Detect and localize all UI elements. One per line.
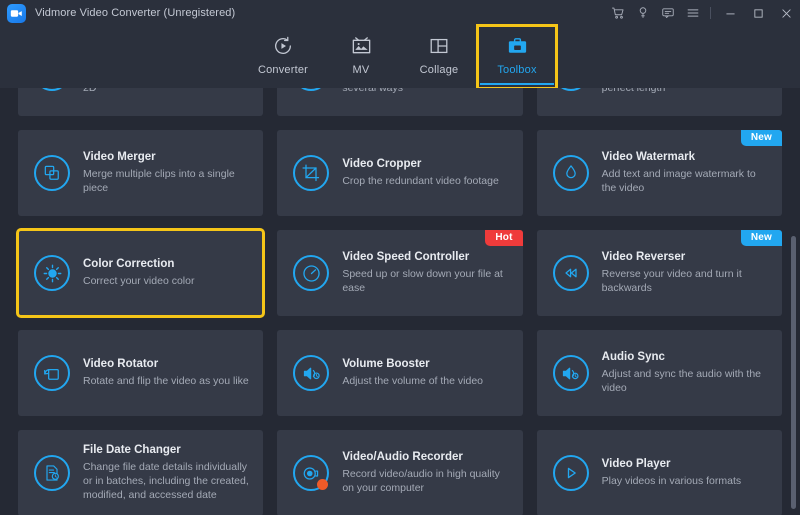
tab-converter-label: Converter [257, 64, 309, 76]
file-date-icon [34, 455, 70, 491]
toolbox-content: 3D 3D Maker Create customized 3D video f… [0, 88, 800, 515]
card-title: File Date Changer [83, 443, 181, 456]
card-description: Crop the redundant video footage [342, 174, 499, 187]
tool-card-video-enhancer[interactable]: Video Enhancer Improve your video qualit… [277, 88, 523, 116]
card-description: Play videos in various formats [601, 474, 742, 487]
card-description: Rotate and flip the video as you like [83, 374, 249, 387]
card-title: Video Player [601, 457, 671, 470]
tab-toolbox[interactable]: Toolbox [476, 24, 558, 90]
close-button[interactable] [772, 0, 800, 26]
minimize-button[interactable] [716, 0, 744, 26]
maximize-button[interactable] [744, 0, 772, 26]
tool-card-video-watermark[interactable]: New Video Watermark Add text and image w… [536, 130, 782, 216]
enhancer-icon [293, 88, 330, 91]
speedometer-icon [293, 255, 330, 291]
title-bar: Vidmore Video Converter (Unregistered) [0, 0, 800, 26]
crop-icon [293, 155, 330, 191]
volume-up-icon [293, 355, 330, 391]
tab-collage[interactable]: Collage [400, 26, 478, 88]
tool-card-color-correction[interactable]: Color Correction Correct your video colo… [15, 228, 266, 318]
tool-card-video-player[interactable]: Video Player Play videos in various form… [536, 430, 782, 515]
tool-card-video-merger[interactable]: Video Merger Merge multiple clips into a… [18, 130, 264, 216]
card-title: Video Merger [83, 150, 156, 163]
tool-card-video-reverser[interactable]: New Video Reverser Reverse your video an… [536, 230, 782, 316]
content-scrollbar[interactable] [790, 88, 797, 515]
tab-active-indicator [480, 83, 554, 85]
card-description: Change file date details individually or… [83, 460, 249, 502]
card-title: Volume Booster [342, 357, 430, 370]
tool-card-file-date-changer[interactable]: File Date Changer Change file date detai… [18, 430, 264, 515]
play-icon [552, 455, 589, 491]
card-title: Video Rotator [83, 357, 159, 370]
status-badge: New [740, 130, 782, 146]
rewind-icon [552, 255, 589, 291]
tool-card-volume-booster[interactable]: Volume Booster Adjust the volume of the … [277, 330, 523, 416]
toolbox-card-grid: 3D 3D Maker Create customized 3D video f… [0, 88, 800, 515]
app-window-title: Vidmore Video Converter (Unregistered) [35, 7, 236, 19]
watermark-icon [552, 155, 589, 191]
recorder-badge-dot [317, 479, 329, 490]
tab-collage-label: Collage [419, 64, 459, 76]
status-badge: New [740, 230, 782, 246]
card-description: Add text and image watermark to the vide… [601, 167, 756, 194]
scissors-icon [552, 88, 589, 91]
tool-card-3d-maker[interactable]: 3D 3D Maker Create customized 3D video f… [18, 88, 264, 116]
card-description: Correct your video color [83, 274, 195, 287]
card-title: Audio Sync [601, 350, 665, 363]
card-description: Adjust the volume of the video [342, 374, 483, 387]
card-title: Video Reverser [601, 250, 686, 263]
brightness-icon [34, 255, 70, 291]
menu-icon[interactable] [680, 0, 705, 26]
cart-icon[interactable] [605, 0, 630, 26]
card-description: Adjust and sync the audio with the video [601, 367, 762, 394]
app-logo-icon [7, 3, 26, 23]
tab-converter[interactable]: Converter [244, 26, 322, 88]
window-tools [605, 0, 800, 26]
card-description: Record video/audio in high quality on yo… [342, 467, 500, 494]
scrollbar-thumb[interactable] [791, 236, 796, 509]
tab-mv-label: MV [352, 64, 370, 76]
card-description: Trim or cut your videos to the perfect l… [601, 88, 666, 94]
toolbar-divider [710, 7, 711, 19]
tool-card-video-audio-recorder[interactable]: Video/Audio Recorder Record video/audio … [277, 430, 523, 515]
card-description: Merge multiple clips into a single piece [83, 167, 235, 194]
rotate-icon [34, 355, 70, 391]
merge-icon [34, 155, 70, 191]
card-description: Create customized 3D video from 2D [83, 88, 97, 94]
mv-icon [350, 33, 373, 59]
tool-card-audio-sync[interactable]: Audio Sync Adjust and sync the audio wit… [536, 330, 782, 416]
card-description: Reverse your video and turn it backwards [601, 267, 742, 294]
card-title: Video/Audio Recorder [342, 450, 463, 463]
audio-sync-icon [552, 355, 589, 391]
tab-mv[interactable]: MV [322, 26, 400, 88]
toolbox-icon [506, 33, 529, 59]
key-icon[interactable] [630, 0, 655, 26]
recorder-icon [293, 455, 330, 491]
card-description: Speed up or slow down your file at ease [342, 267, 503, 294]
card-title: Color Correction [83, 257, 175, 270]
tool-card-video-rotator[interactable]: Video Rotator Rotate and flip the video … [18, 330, 264, 416]
card-title: Video Speed Controller [342, 250, 470, 263]
main-nav-tabs: Converter MV Collage Toolbox [0, 24, 800, 90]
3d-icon: 3D [34, 88, 70, 91]
tool-card-video-cropper[interactable]: Video Cropper Crop the redundant video f… [277, 130, 523, 216]
tool-card-video-speed-controller[interactable]: Hot Video Speed Controller Speed up or s… [277, 230, 523, 316]
tab-toolbox-label: Toolbox [497, 64, 537, 76]
card-description: Improve your video quality in several wa… [342, 88, 404, 94]
status-badge: Hot [485, 230, 523, 246]
tool-card-video-trimmer[interactable]: Video Trimmer Trim or cut your videos to… [536, 88, 782, 116]
converter-icon [272, 33, 294, 59]
feedback-icon[interactable] [655, 0, 680, 26]
collage-icon [428, 33, 450, 59]
card-title: Video Cropper [342, 157, 422, 170]
card-title: Video Watermark [601, 150, 695, 163]
